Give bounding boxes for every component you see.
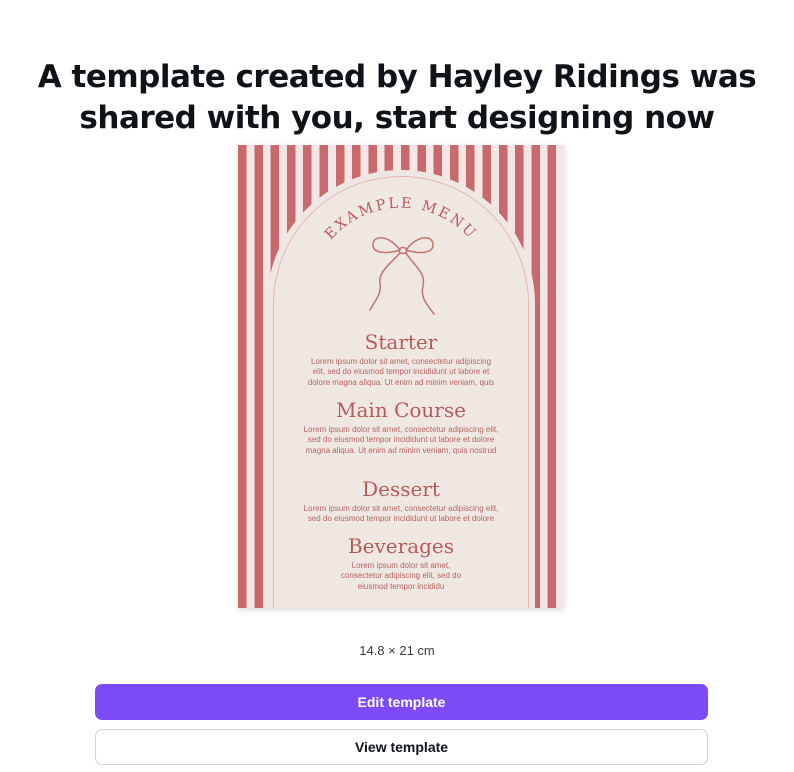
menu-desc-line: consectetur adipiscing elit, sed do <box>340 571 462 581</box>
view-template-button[interactable]: View template <box>95 729 708 765</box>
menu-section-title: Dessert <box>362 477 440 501</box>
menu-desc-line: elit, sed do eiusmod tempor incididunt u… <box>312 367 490 377</box>
menu-desc-line: Lorem ipsum dolor sit amet, consectetur … <box>303 425 499 434</box>
menu-section-dessert: Dessert Lorem ipsum dolor sit amet, cons… <box>267 478 535 525</box>
menu-desc-line: eiusmod tempor incididu <box>357 581 445 591</box>
menu-desc-line: sed do eiusmod tempor incididunt ut labo… <box>307 514 495 524</box>
menu-desc-line: Lorem ipsum dolor sit amet, <box>351 561 451 570</box>
menu-desc-line: magna aliqua. Ut enim ad minim veniam, q… <box>305 445 497 455</box>
menu-section-title: Starter <box>364 330 438 354</box>
menu-section-main-course: Main Course Lorem ipsum dolor sit amet, … <box>267 399 535 456</box>
menu-section-description: Lorem ipsum dolor sit amet, consectetur … <box>282 504 520 525</box>
edit-template-button[interactable]: Edit template <box>95 684 708 720</box>
page-title-line-1: A template created by Hayley Ridings was <box>37 58 757 95</box>
menu-section-title: Main Course <box>336 398 466 422</box>
page-title-line-2: shared with you, start designing now <box>79 99 715 136</box>
page-title: A template created by Hayley Ridings was… <box>0 57 794 139</box>
menu-section-description: Lorem ipsum dolor sit amet, consectetur … <box>282 425 520 456</box>
menu-desc-line: Lorem ipsum dolor sit amet, consectetur … <box>310 357 492 366</box>
menu-section-starter: Starter Lorem ipsum dolor sit amet, cons… <box>267 331 535 388</box>
template-size-label: 14.8 × 21 cm <box>359 643 435 658</box>
menu-section-beverages: Beverages Lorem ipsum dolor sit amet, co… <box>267 535 535 592</box>
menu-desc-line: dolore magna aliqua. Ut enim ad minim ve… <box>307 377 495 387</box>
bow-icon <box>369 237 435 315</box>
menu-section-description: Lorem ipsum dolor sit amet, consectetur … <box>288 357 514 388</box>
menu-desc-line: sed do eiusmod tempor incididunt ut labo… <box>307 435 495 445</box>
menu-section-description: Lorem ipsum dolor sit amet, consectetur … <box>301 561 501 592</box>
menu-desc-line: Lorem ipsum dolor sit amet, consectetur … <box>303 504 499 513</box>
template-preview[interactable]: EXAMPLE MENU Starter Lorem ipsum dolor s… <box>238 145 564 608</box>
menu-section-title: Beverages <box>347 534 455 558</box>
